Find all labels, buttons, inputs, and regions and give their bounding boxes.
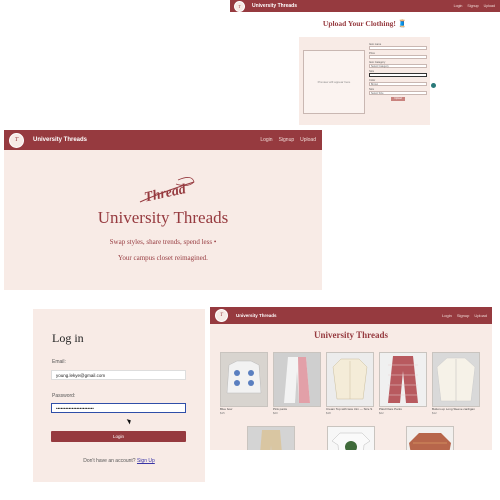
item-name-input[interactable] xyxy=(369,46,427,50)
catalog-page-screenshot: T University Threads Login Signup Upload… xyxy=(210,307,492,450)
nav-links: Login Signup Upload xyxy=(454,4,500,8)
item-photo-khaki-pants[interactable] xyxy=(247,426,295,450)
nav-login-link[interactable]: Login xyxy=(442,313,452,318)
item-card[interactable]: Cream Top with lace trim — Size S $18 xyxy=(326,352,374,415)
hero-title: University Threads xyxy=(97,208,229,227)
upload-submit-button[interactable]: Upload xyxy=(391,97,405,101)
catalog-title: University Threads xyxy=(314,330,388,340)
nav-login-link[interactable]: Login xyxy=(454,4,463,8)
signup-link[interactable]: Sign Up xyxy=(137,458,155,464)
nav-signup-link[interactable]: Signup xyxy=(279,137,295,143)
nav-links: Login Signup Upload xyxy=(442,313,492,318)
color-swatch xyxy=(431,83,436,88)
item-card[interactable] xyxy=(247,426,295,450)
item-name: Cream Top with lace trim — Size S xyxy=(326,407,373,411)
password-label: Password: xyxy=(52,393,76,399)
item-photo-sweater[interactable] xyxy=(220,352,268,407)
category-select[interactable]: Select Category xyxy=(369,64,427,68)
password-field[interactable]: •••••••••••••••••••••••• xyxy=(51,403,186,413)
upload-form: Item name Price Item Category Select Cat… xyxy=(369,43,427,101)
logo-icon[interactable]: T xyxy=(234,0,245,12)
item-card[interactable] xyxy=(406,426,454,450)
nav-signup-link[interactable]: Signup xyxy=(457,313,469,318)
logo-icon[interactable]: T xyxy=(215,309,228,322)
nav-login-link[interactable]: Login xyxy=(260,137,272,143)
color-select[interactable]: Brown xyxy=(369,82,427,86)
email-label: Email: xyxy=(52,359,66,365)
nav-signup-link[interactable]: Signup xyxy=(467,4,478,8)
size-select[interactable]: Select Size xyxy=(369,91,427,95)
navbar: T University Threads Login Signup Upload xyxy=(230,0,500,12)
item-card[interactable] xyxy=(327,426,375,450)
photo-preview[interactable]: Preview will appear here xyxy=(303,50,365,114)
nav-upload-link[interactable]: Upload xyxy=(300,137,316,143)
logo-text: Thread xyxy=(143,182,188,206)
item-price: $20 xyxy=(273,411,278,416)
thread-logo-icon: Thread xyxy=(139,177,195,206)
brand-name[interactable]: University Threads xyxy=(252,3,297,9)
login-page-screenshot: Log in Email: young.lekye@gmail.com Pass… xyxy=(33,309,205,482)
item-price: $18 xyxy=(326,411,331,416)
navbar: T University Threads Login Signup Upload xyxy=(210,307,492,324)
nav-upload-link[interactable]: Upload xyxy=(484,4,495,8)
logo-icon[interactable]: T xyxy=(9,132,24,148)
item-photo-graphic-tee[interactable] xyxy=(327,426,375,450)
email-field[interactable]: young.lekye@gmail.com xyxy=(51,370,186,380)
nav-upload-link[interactable]: Upload xyxy=(474,313,487,318)
login-title: Log in xyxy=(52,331,84,345)
item-photo-pants[interactable] xyxy=(273,352,321,407)
signup-prompt: Don't have an account? Sign Up xyxy=(33,458,205,464)
item-card[interactable]: Blue bow $15 xyxy=(220,352,268,415)
login-button[interactable]: Login xyxy=(51,431,186,442)
upload-form-card: Preview will appear here Item name Price… xyxy=(299,37,436,125)
price-input[interactable] xyxy=(369,55,427,59)
item-photo-cardigan[interactable] xyxy=(432,352,480,407)
upload-page-screenshot: T University Threads Login Signup Upload… xyxy=(230,0,500,127)
item-price: $15 xyxy=(220,411,225,416)
size-input[interactable] xyxy=(369,73,427,77)
signup-prompt-text: Don't have an account? xyxy=(83,458,136,464)
home-page-screenshot: T University Threads Login Signup Upload… xyxy=(4,130,322,290)
navbar: T University Threads Login Signup Upload xyxy=(4,130,322,150)
item-card[interactable]: Button-up Long Sleeve cardigan $12 xyxy=(432,352,480,415)
brand-name[interactable]: University Threads xyxy=(236,313,277,318)
nav-links: Login Signup Upload xyxy=(260,137,322,143)
brand-name[interactable]: University Threads xyxy=(33,137,87,143)
hero-tagline: Your campus closet reimagined. xyxy=(118,254,208,262)
item-price: $22 xyxy=(379,411,384,416)
hero-subtitle: Swap styles, share trends, spend less • xyxy=(109,238,217,246)
item-photo-knit-sweater[interactable] xyxy=(406,426,454,450)
item-photo-plaid-pants[interactable] xyxy=(379,352,427,407)
upload-title: Upload Your Clothing! 🧵 xyxy=(322,19,408,28)
item-card[interactable]: Plaid Flare Pants $22 xyxy=(379,352,427,415)
item-photo-top[interactable] xyxy=(326,352,374,407)
item-price: $12 xyxy=(432,411,437,416)
item-name: Button-up Long Sleeve cardigan xyxy=(432,407,475,411)
item-card[interactable]: Pink pants $20 xyxy=(273,352,321,415)
